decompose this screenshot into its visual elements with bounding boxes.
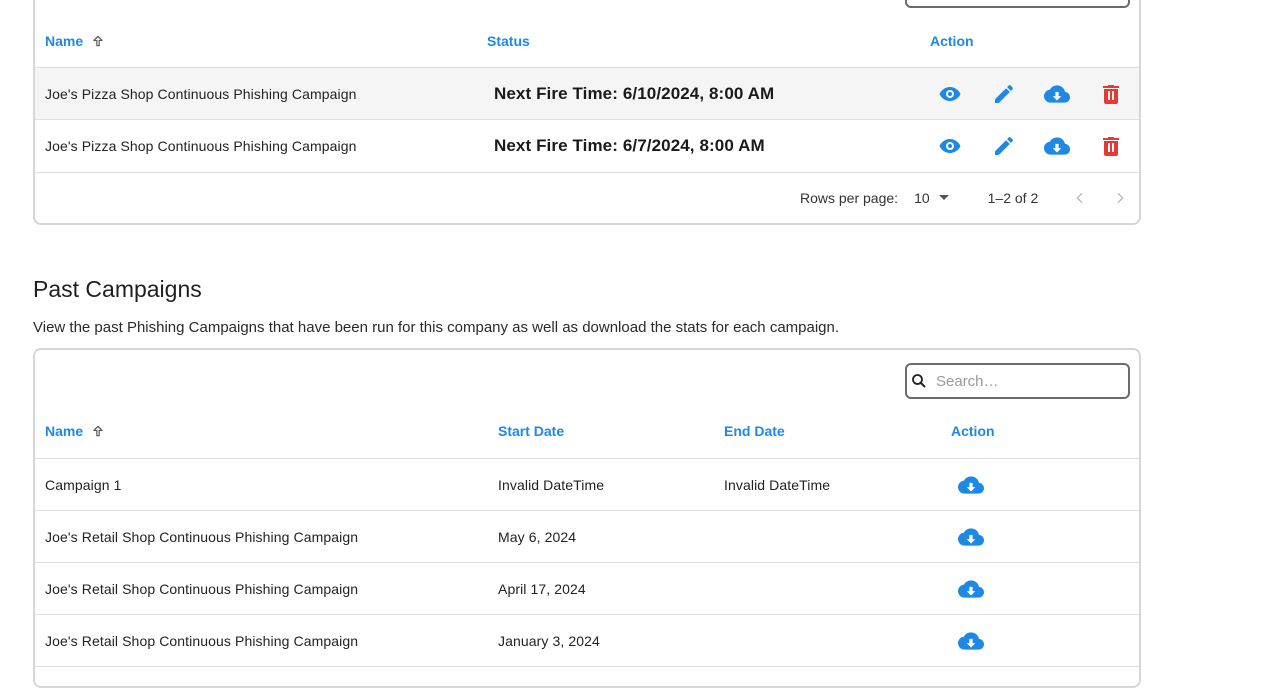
column-header-start-date[interactable]: Start Date — [498, 404, 564, 458]
arrow-up-icon[interactable] — [91, 34, 105, 48]
table-row: Joe's Pizza Shop Continuous Phishing Cam… — [35, 120, 1139, 173]
scheduled-search-input-partial[interactable] — [905, 0, 1130, 8]
cloud-download-icon[interactable] — [957, 471, 985, 499]
pencil-icon[interactable] — [990, 132, 1018, 160]
section-description: View the past Phishing Campaigns that ha… — [33, 319, 840, 336]
cloud-download-icon[interactable] — [1043, 80, 1071, 108]
next-fire-time: Next Fire Time: 6/7/2024, 8:00 AM — [494, 136, 765, 155]
table-header-row: Name Status Action — [35, 14, 1139, 68]
column-header-name[interactable]: Name — [45, 404, 105, 458]
column-header-status[interactable]: Status — [487, 14, 530, 67]
rows-per-page-label: Rows per page: — [800, 190, 899, 206]
rows-per-page-select[interactable]: 10 — [914, 190, 950, 206]
table-row: Joe's Retail Shop Continuous Phishing Ca… — [35, 563, 1139, 615]
column-header-action: Action — [951, 423, 995, 439]
chevron-right-icon[interactable] — [1112, 190, 1128, 206]
scheduled-campaigns-table: Name Status Action Joe's Pizza Shop Cont… — [33, 0, 1141, 225]
table-row: Joe's Retail Shop Continuous Phishing Ca… — [35, 615, 1139, 667]
campaign-name: Joe's Pizza Shop Continuous Phishing Cam… — [45, 138, 357, 154]
trash-icon[interactable] — [1097, 132, 1125, 160]
table-header-row: Name Start Date End Date Action — [35, 404, 1139, 459]
table-row: Campaign 1 Invalid DateTime Invalid Date… — [35, 459, 1139, 511]
end-date: Invalid DateTime — [724, 476, 831, 493]
chevron-left-icon[interactable] — [1072, 190, 1088, 206]
campaign-name: Joe's Retail Shop Continuous Phishing Ca… — [45, 528, 359, 545]
pagination-bar: Rows per page: 10 1–2 of 2 — [800, 188, 1128, 208]
start-date: January 3, 2024 — [498, 632, 600, 649]
table-row: Joe's Pizza Shop Continuous Phishing Cam… — [35, 68, 1139, 120]
campaign-name: Joe's Pizza Shop Continuous Phishing Cam… — [45, 85, 357, 102]
table-row: Joe's Retail Shop Continuous Phishing Ca… — [35, 511, 1139, 563]
eye-icon[interactable] — [936, 80, 964, 108]
section-title-past-campaigns: Past Campaigns — [33, 276, 202, 302]
start-date: May 6, 2024 — [498, 528, 577, 545]
cloud-download-icon[interactable] — [957, 523, 985, 551]
eye-icon[interactable] — [936, 132, 964, 160]
start-date: April 17, 2024 — [498, 580, 586, 597]
search-input[interactable] — [934, 371, 1118, 391]
pencil-icon[interactable] — [990, 80, 1018, 108]
column-header-end-date[interactable]: End Date — [724, 404, 785, 458]
page-range: 1–2 of 2 — [987, 190, 1039, 206]
search-icon — [910, 372, 928, 390]
arrow-up-icon[interactable] — [91, 424, 105, 438]
campaign-name: Joe's Retail Shop Continuous Phishing Ca… — [45, 580, 359, 597]
cloud-download-icon[interactable] — [957, 627, 985, 655]
next-fire-time: Next Fire Time: 6/10/2024, 8:00 AM — [494, 83, 775, 103]
start-date: Invalid DateTime — [498, 476, 605, 493]
search-input-container[interactable] — [905, 363, 1130, 399]
cloud-download-icon[interactable] — [957, 575, 985, 603]
campaign-name: Joe's Retail Shop Continuous Phishing Ca… — [45, 632, 359, 649]
campaign-name: Campaign 1 — [45, 476, 122, 493]
column-header-name[interactable]: Name — [45, 14, 105, 67]
cloud-download-icon[interactable] — [1043, 132, 1071, 160]
caret-down-icon — [938, 194, 950, 202]
past-campaigns-table: Name Start Date End Date Action Campaign… — [33, 348, 1141, 688]
trash-icon[interactable] — [1097, 80, 1125, 108]
column-header-action: Action — [930, 32, 974, 49]
